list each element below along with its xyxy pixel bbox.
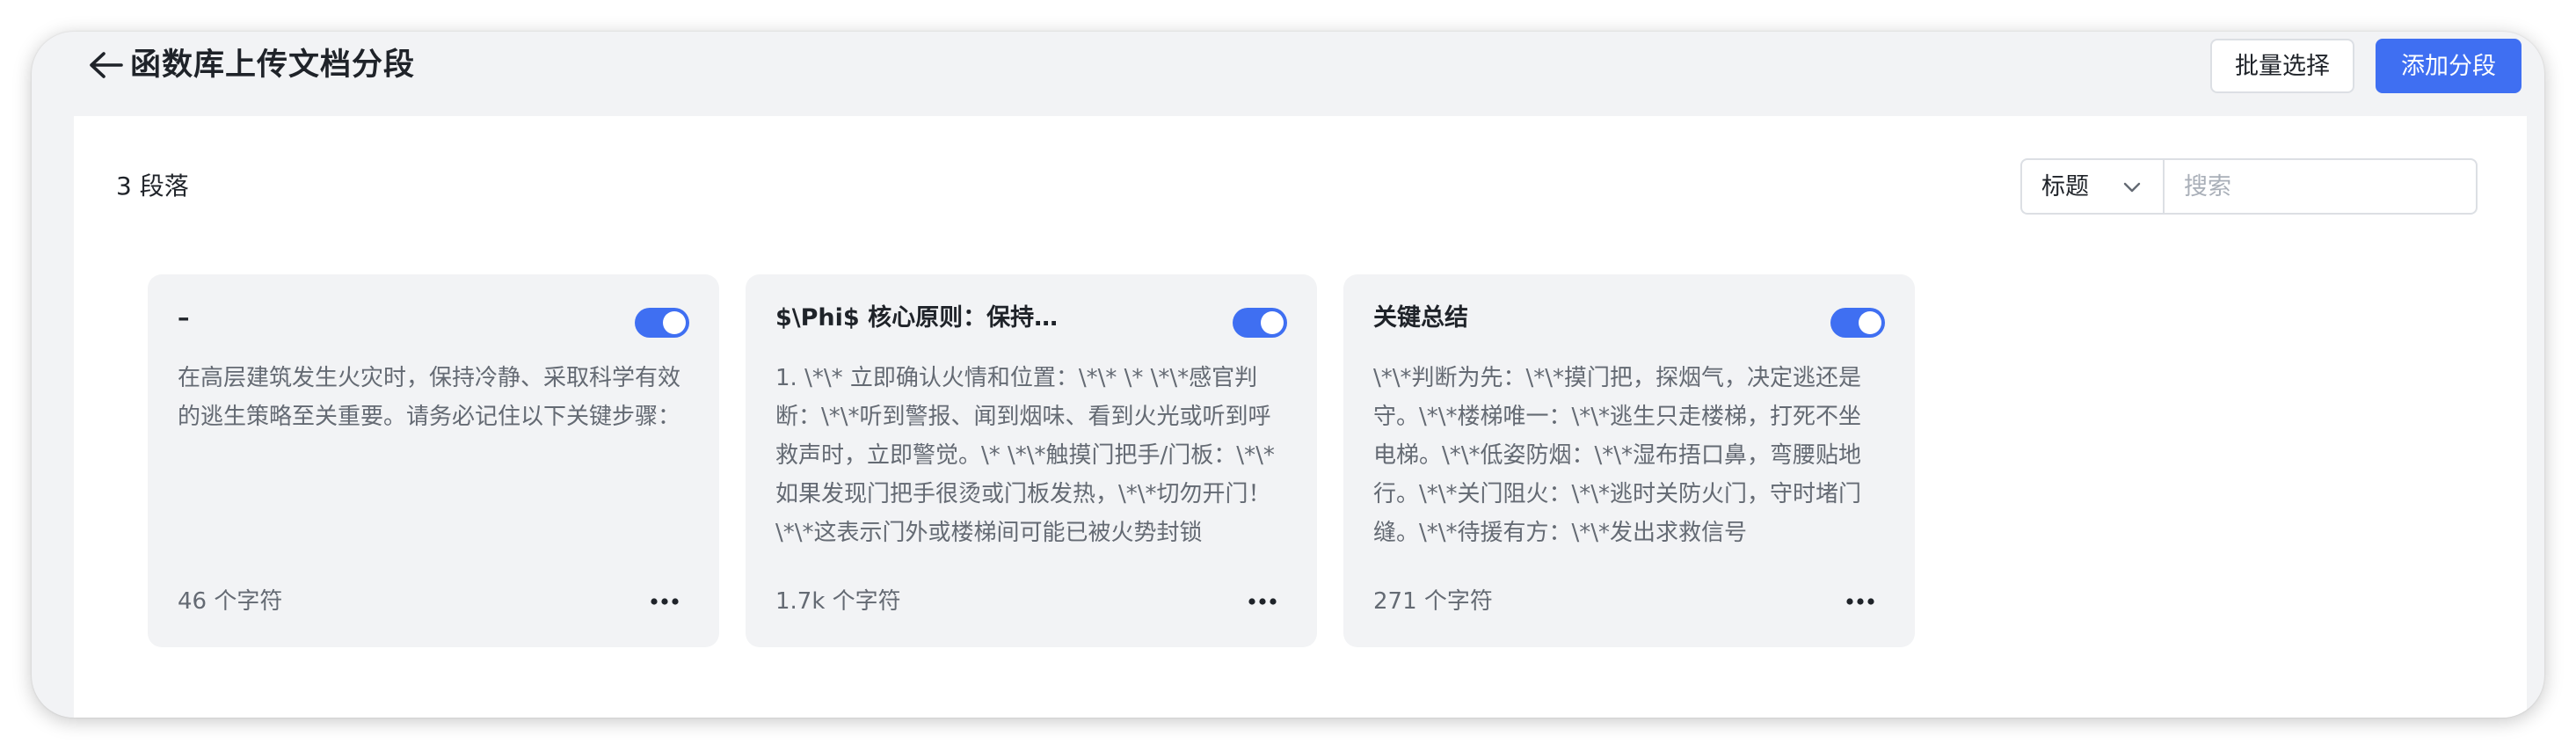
page-title: 函数库上传文档分段 — [130, 47, 416, 83]
filter-field-value: 标题 — [2041, 173, 2089, 201]
more-icon[interactable] — [645, 589, 684, 614]
segment-title: 关键总结 — [1373, 304, 1468, 332]
toggle-knob — [1261, 311, 1284, 334]
segment-char-count: 46 个字符 — [178, 588, 283, 615]
segment-content: 1. \*\* 立即确认火情和位置：\*\* \* \*\*感官判断：\*\*听… — [775, 365, 1275, 546]
chevron-down-icon — [2123, 182, 2141, 193]
segment-char-count: 1.7k 个字符 — [775, 588, 901, 615]
segment-enabled-toggle[interactable] — [1233, 308, 1287, 338]
segment-enabled-toggle[interactable] — [1830, 308, 1885, 338]
segment-content: \*\*判断为先：\*\*摸门把，探烟气，决定逃还是守。\*\*楼梯唯一：\*\… — [1373, 365, 1862, 546]
toggle-knob — [663, 311, 686, 334]
segment-title: – — [178, 304, 190, 332]
more-icon[interactable] — [1841, 589, 1880, 614]
segments-panel: 3 段落 标题 – 在高层建筑发生火灾时，保持冷静、采取科学有效的逃生策略至关重… — [74, 116, 2527, 718]
segment-char-count: 271 个字符 — [1373, 588, 1493, 615]
segment-content: 在高层建筑发生火灾时，保持冷静、采取科学有效的逃生策略至关重要。请务必记住以下关… — [178, 365, 681, 430]
segment-title: $\Phi$ 核心原则：保持… — [775, 304, 1059, 332]
segment-enabled-toggle[interactable] — [635, 308, 689, 338]
search-input[interactable] — [2163, 158, 2478, 215]
batch-select-button[interactable]: 批量选择 — [2210, 39, 2354, 93]
add-segment-button[interactable]: 添加分段 — [2376, 39, 2521, 93]
paragraph-count: 3 段落 — [116, 171, 189, 201]
toggle-knob — [1859, 311, 1881, 334]
more-icon[interactable] — [1243, 589, 1282, 614]
segment-card[interactable]: $\Phi$ 核心原则：保持… 1. \*\* 立即确认火情和位置：\*\* \… — [746, 274, 1317, 647]
arrow-left-icon[interactable] — [83, 49, 128, 81]
app-window: 函数库上传文档分段 批量选择 添加分段 3 段落 标题 – 在高层建筑发生火灾时… — [32, 32, 2544, 718]
filter-field-select[interactable]: 标题 — [2020, 158, 2163, 215]
segment-card[interactable]: 关键总结 \*\*判断为先：\*\*摸门把，探烟气，决定逃还是守。\*\*楼梯唯… — [1343, 274, 1915, 647]
segment-card[interactable]: – 在高层建筑发生火灾时，保持冷静、采取科学有效的逃生策略至关重要。请务必记住以… — [148, 274, 719, 647]
